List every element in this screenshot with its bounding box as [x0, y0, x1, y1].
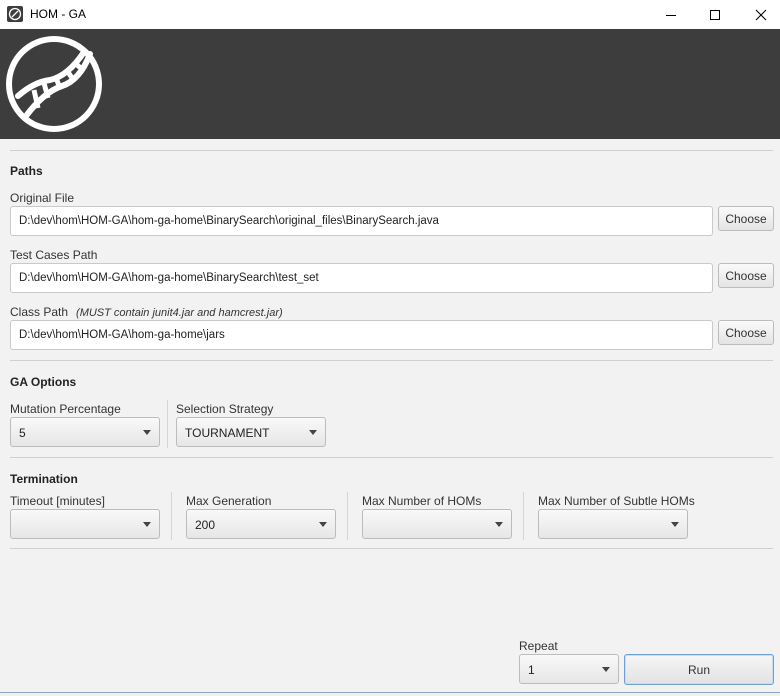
class-path-label-text: Class Path [10, 305, 69, 319]
chevron-down-icon [319, 522, 327, 527]
class-path-hint: (MUST contain junit4.jar and hamcrest.ja… [76, 307, 283, 319]
minimize-button[interactable] [648, 0, 694, 29]
chevron-down-icon [143, 430, 151, 435]
window-bottom-edge [0, 692, 780, 696]
dna-logo-icon [6, 36, 102, 132]
maximize-button[interactable] [692, 0, 738, 29]
mutation-percentage-label: Mutation Percentage [10, 402, 121, 416]
section-title-paths: Paths [10, 164, 43, 178]
max-homs-select[interactable] [362, 509, 512, 539]
window-title: HOM - GA [30, 7, 86, 21]
original-file-input[interactable]: D:\dev\hom\HOM-GA\hom-ga-home\BinarySear… [10, 206, 713, 236]
divider [167, 400, 168, 448]
chevron-down-icon [309, 430, 317, 435]
max-subtle-homs-label: Max Number of Subtle HOMs [538, 494, 695, 508]
repeat-label: Repeat [519, 639, 558, 653]
chevron-down-icon [495, 522, 503, 527]
class-path-label: Class Path (MUST contain junit4.jar and h… [10, 305, 283, 319]
repeat-select[interactable]: 1 [519, 654, 619, 684]
test-cases-path-input[interactable]: D:\dev\hom\HOM-GA\hom-ga-home\BinarySear… [10, 263, 713, 293]
divider [10, 457, 773, 458]
header-banner [0, 29, 780, 139]
selection-strategy-select[interactable]: TOURNAMENT [176, 417, 326, 447]
mutation-percentage-select[interactable]: 5 [10, 417, 160, 447]
repeat-value: 1 [528, 663, 535, 677]
class-path-input[interactable]: D:\dev\hom\HOM-GA\hom-ga-home\jars [10, 320, 713, 350]
selection-strategy-value: TOURNAMENT [185, 426, 270, 440]
max-generation-select[interactable]: 200 [186, 509, 336, 539]
chevron-down-icon [143, 522, 151, 527]
divider [10, 360, 773, 361]
minimize-icon [666, 14, 676, 16]
run-button[interactable]: Run [624, 654, 774, 685]
section-title-termination: Termination [10, 472, 78, 486]
divider [347, 492, 348, 540]
section-title-ga-options: GA Options [10, 375, 77, 389]
max-homs-label: Max Number of HOMs [362, 494, 482, 508]
divider [523, 492, 524, 540]
chevron-down-icon [671, 522, 679, 527]
choose-class-path-button[interactable]: Choose [718, 320, 774, 345]
chevron-down-icon [602, 667, 610, 672]
divider [10, 548, 773, 549]
max-subtle-homs-select[interactable] [538, 509, 688, 539]
original-file-label: Original File [10, 191, 75, 205]
divider [10, 150, 773, 151]
choose-original-file-button[interactable]: Choose [718, 206, 774, 231]
selection-strategy-label: Selection Strategy [176, 402, 274, 416]
title-bar: HOM - GA [0, 0, 780, 29]
divider [171, 492, 172, 540]
app-icon [7, 6, 23, 22]
maximize-icon [710, 9, 720, 20]
timeout-label: Timeout [minutes] [10, 494, 105, 508]
test-cases-path-label: Test Cases Path [10, 248, 98, 262]
timeout-select[interactable] [10, 509, 160, 539]
close-button[interactable] [738, 0, 780, 29]
max-generation-label: Max Generation [186, 494, 272, 508]
choose-test-cases-button[interactable]: Choose [718, 263, 774, 288]
max-generation-value: 200 [195, 518, 216, 532]
mutation-percentage-value: 5 [19, 426, 26, 440]
close-icon [755, 9, 767, 20]
